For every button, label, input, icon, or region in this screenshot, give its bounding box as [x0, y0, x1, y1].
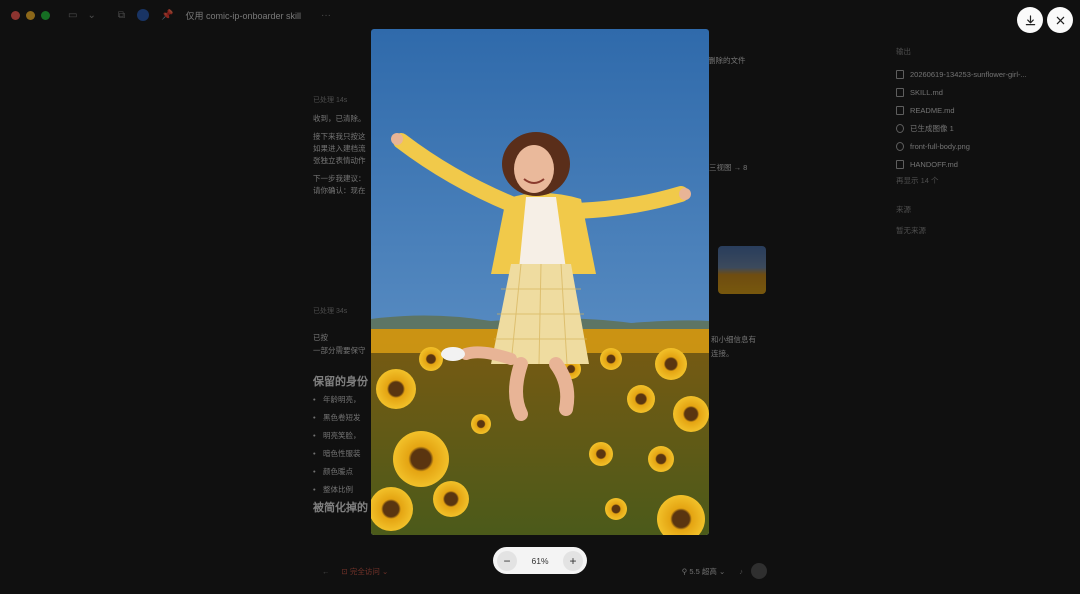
microphone-icon[interactable]: ♪	[739, 567, 743, 576]
image-preview	[371, 29, 709, 535]
model-label: 5.5 超高	[689, 566, 717, 576]
sources-empty: 暂无来源	[896, 226, 926, 235]
document-icon	[896, 69, 904, 79]
zoom-in-button[interactable]: +	[562, 550, 583, 571]
close-button[interactable]	[1047, 7, 1073, 33]
generated-image-thumbnail[interactable]	[718, 246, 766, 294]
chevron-down-icon[interactable]: ⌄	[87, 10, 95, 21]
file-name: 20260619-134253-sunflower-girl-...	[910, 69, 1027, 79]
zoom-out-button[interactable]: −	[497, 550, 517, 571]
file-name: HANDOFF.md	[910, 159, 958, 169]
window-minimize-button[interactable]	[26, 10, 35, 20]
window-controls	[11, 10, 50, 20]
download-button[interactable]	[1017, 7, 1043, 33]
chevron-down-icon: ⌄	[718, 566, 726, 576]
document-icon	[896, 87, 904, 97]
shield-icon: ⊡	[341, 566, 348, 576]
pin-icon: 📌	[160, 9, 174, 21]
new-chat-icon[interactable]: ⧉	[118, 10, 125, 21]
back-arrow-icon[interactable]: ←	[322, 567, 330, 576]
message-text: 三视图 → 8	[709, 163, 748, 172]
file-name: README.md	[910, 105, 955, 115]
title-bar: ▭ ⌄ ⧉ 📌 仅用 comic-ip-onboarder skill ···	[0, 0, 1080, 30]
sidebar-file-item[interactable]: README.md	[896, 101, 1071, 119]
right-sidebar: 输出 20260619-134253-sunflower-girl-... SK…	[896, 46, 1071, 236]
image-icon	[896, 123, 904, 133]
outputs-heading: 输出	[896, 47, 911, 56]
sidebar-file-item[interactable]: HANDOFF.md	[896, 155, 1071, 173]
message-text: 和小细信息有	[711, 335, 756, 344]
model-selector[interactable]: ⚲ 5.5 超高 ⌄	[682, 566, 726, 577]
sidebar-file-item[interactable]: front-full-body.png	[896, 137, 1071, 155]
titlebar-icons: ▭ ⌄	[68, 10, 96, 21]
app-logo-icon	[136, 9, 149, 21]
conversation-title[interactable]: 仅用 comic-ip-onboarder skill	[185, 9, 301, 22]
file-name: front-full-body.png	[910, 141, 970, 151]
sidebar-file-item[interactable]: 已生成图像 1	[896, 119, 1071, 137]
file-name: 已生成图像 1	[910, 123, 954, 133]
zoom-level: 61%	[531, 555, 549, 566]
document-icon	[896, 105, 904, 115]
image-icon	[896, 141, 904, 151]
sidebar-file-item[interactable]: 20260619-134253-sunflower-girl-...	[896, 65, 1071, 83]
preview-image	[371, 29, 709, 535]
sidebar-toggle-icon[interactable]: ▭	[68, 10, 77, 21]
send-button[interactable]	[751, 563, 767, 579]
window-maximize-button[interactable]	[41, 10, 50, 20]
file-name: SKILL.md	[910, 87, 943, 97]
access-mode-selector[interactable]: ⊡ 完全访问 ⌄	[342, 566, 389, 577]
show-more-link[interactable]: 再显示 14 个	[896, 175, 1071, 186]
close-icon	[1056, 16, 1064, 24]
message-text: 连接。	[711, 349, 734, 358]
zoom-control: − 61% +	[493, 547, 587, 574]
chat-snippet: 删除的文件	[708, 56, 746, 65]
download-icon	[1025, 14, 1035, 25]
access-mode-label: 完全访问	[349, 566, 380, 576]
chevron-down-icon: ⌄	[381, 566, 389, 576]
window-close-button[interactable]	[11, 10, 20, 20]
more-options-icon[interactable]: ···	[321, 10, 331, 21]
sources-heading: 来源	[896, 205, 911, 214]
sidebar-file-item[interactable]: SKILL.md	[896, 83, 1071, 101]
model-icon: ⚲	[681, 566, 688, 576]
document-icon	[896, 159, 904, 169]
